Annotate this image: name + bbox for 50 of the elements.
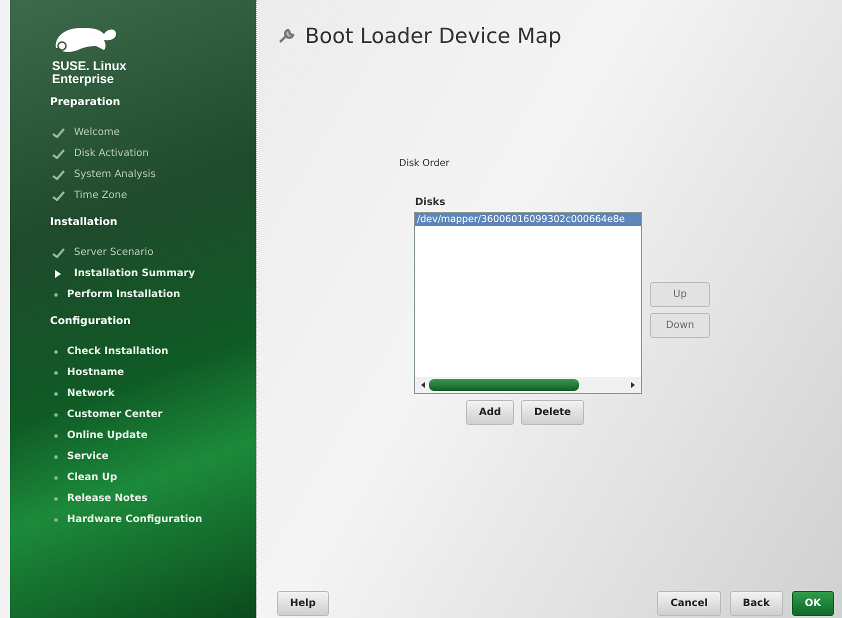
step-label: Check Installation (67, 346, 168, 357)
scroll-left-icon[interactable] (421, 382, 425, 388)
group-label: Disk Order (399, 158, 450, 169)
checkmark-icon (52, 190, 65, 200)
bullet-icon (54, 454, 58, 458)
step-label: Perform Installation (67, 289, 180, 300)
bullet-icon (54, 518, 58, 522)
section-title: Preparation (50, 96, 122, 108)
bullet-icon (54, 496, 58, 500)
step-label: Welcome (74, 127, 120, 138)
checkmark-icon (52, 248, 65, 258)
checkmark-icon (52, 148, 65, 158)
disk-list[interactable]: /dev/mapper/36006016099302c000664e8e (414, 212, 642, 394)
scroll-right-icon[interactable] (631, 382, 635, 388)
step-label: Hardware Configuration (67, 514, 202, 525)
list-button[interactable]: Delete (521, 400, 584, 425)
step-label: Server Scenario (74, 247, 154, 258)
bullet-icon (54, 350, 58, 354)
page-title: Boot Loader Device Map (305, 24, 562, 48)
section-title: Installation (50, 216, 118, 228)
wrench-icon (277, 27, 295, 45)
bullet-icon (54, 412, 58, 416)
step-label: Hostname (67, 367, 124, 378)
step-label: Network (67, 388, 115, 399)
step-label: Service (67, 451, 109, 462)
list-button[interactable]: Add (466, 400, 514, 425)
list-label: Disks (415, 197, 446, 208)
checkmark-icon (52, 128, 65, 138)
disk-item[interactable]: /dev/mapper/36006016099302c000664e8e (415, 213, 641, 226)
bullet-icon (54, 392, 58, 396)
step-label: Online Update (67, 430, 148, 441)
section-title: Configuration (50, 315, 132, 327)
footer-button[interactable]: Cancel (657, 590, 721, 616)
footer-button[interactable]: OK (792, 590, 834, 616)
bullet-icon (54, 292, 58, 296)
bullet-icon (54, 476, 58, 480)
step-label: System Analysis (74, 169, 156, 180)
horizontal-scrollbar[interactable] (415, 377, 641, 393)
footer-button[interactable]: Back (730, 590, 783, 616)
step-label: Clean Up (67, 472, 118, 483)
step-label: Time Zone (74, 190, 128, 201)
bullet-icon (54, 370, 58, 374)
checkmark-icon (52, 170, 65, 180)
step-label: Release Notes (67, 493, 148, 504)
step-label: Disk Activation (74, 148, 149, 159)
step-label: Installation Summary (74, 268, 195, 279)
help-button[interactable]: Help (277, 590, 329, 616)
bullet-icon (54, 434, 58, 438)
step-label: Customer Center (67, 409, 162, 420)
brand-name: SUSE. Linux Enterprise (52, 60, 128, 86)
